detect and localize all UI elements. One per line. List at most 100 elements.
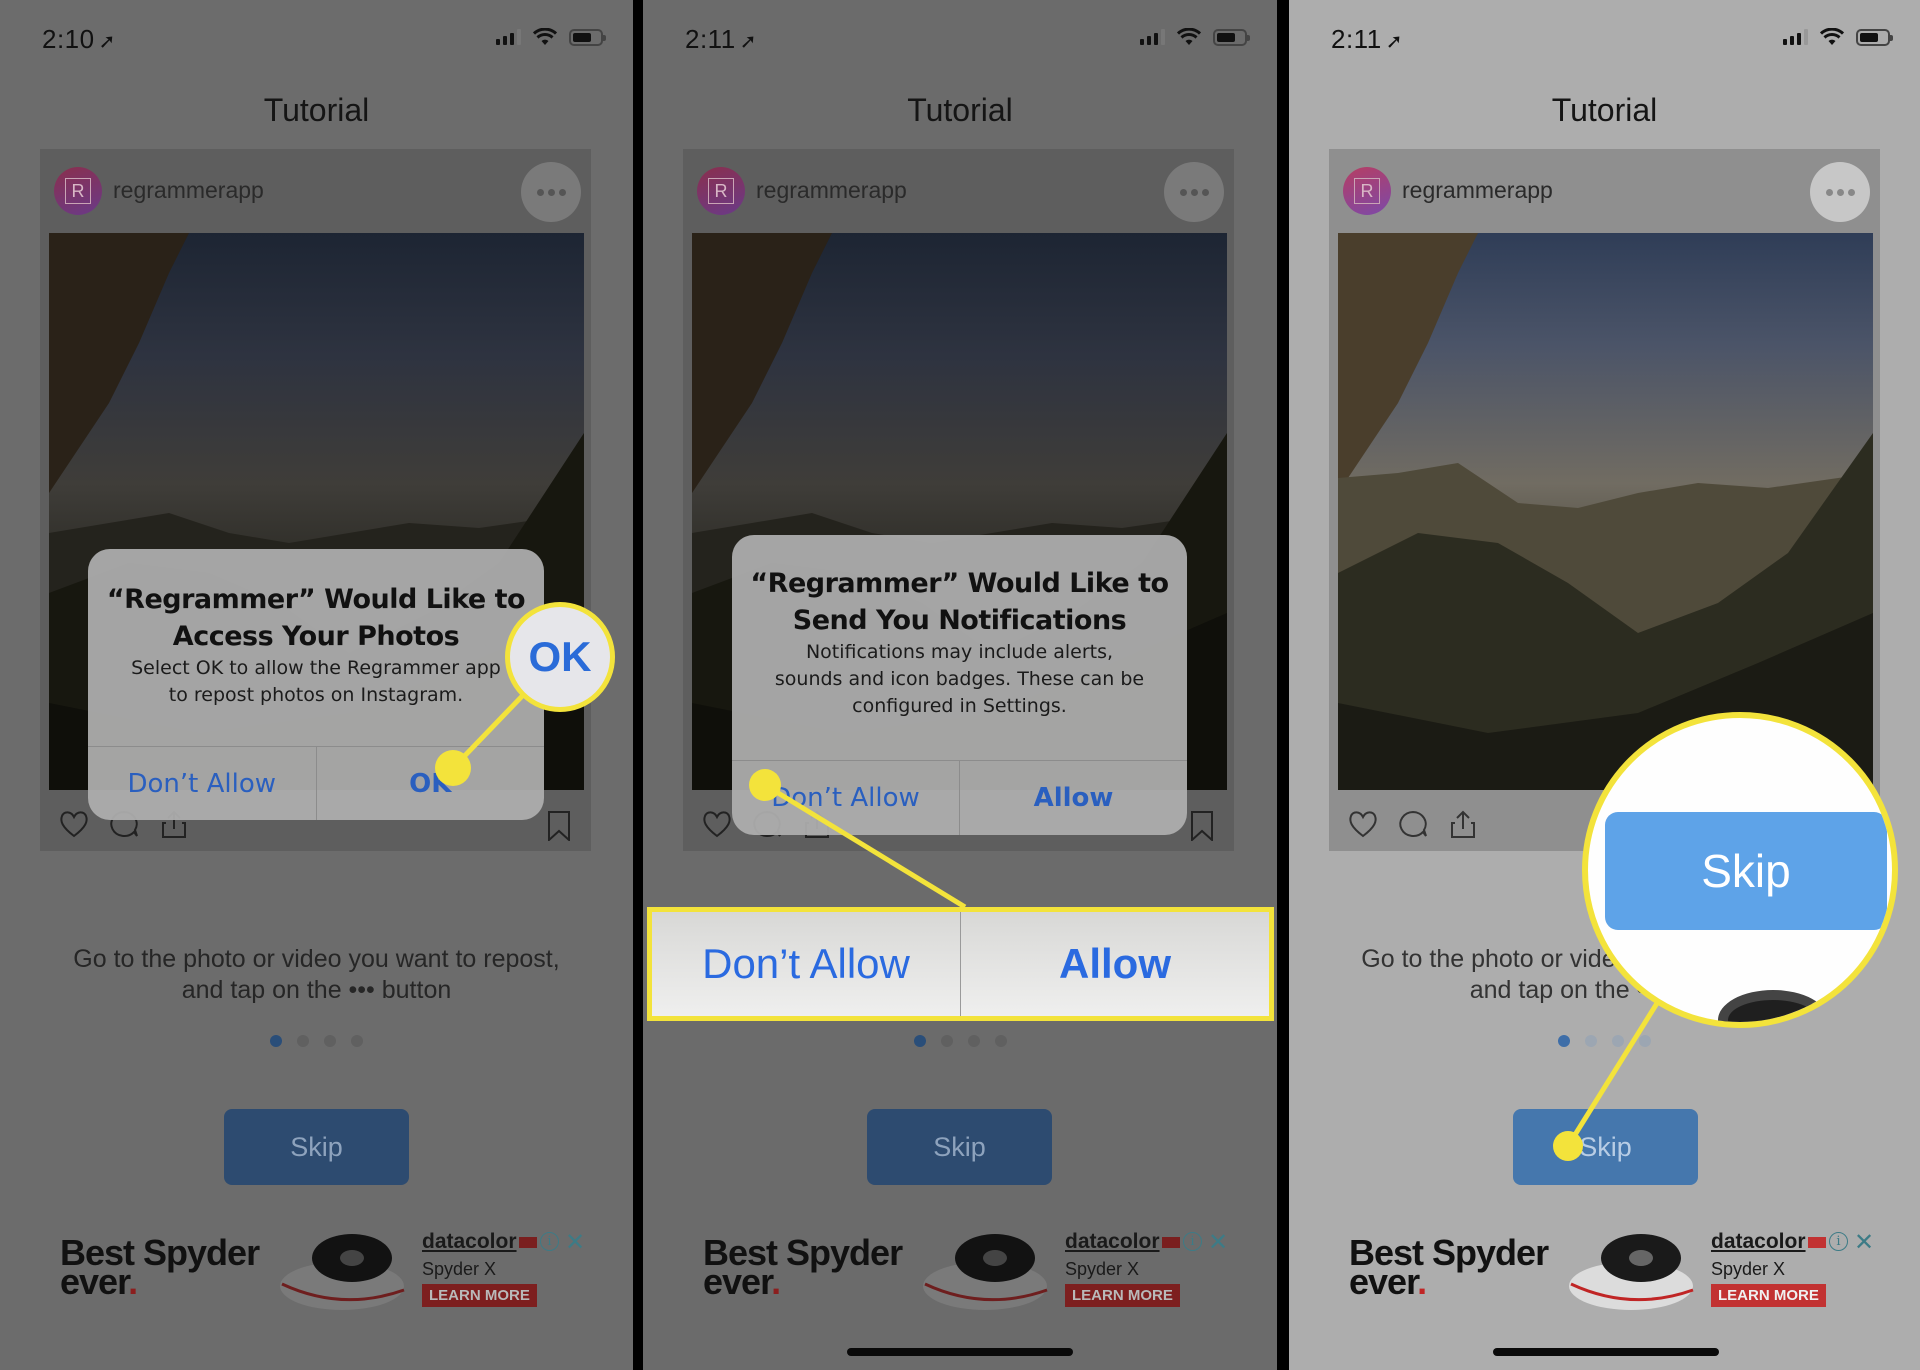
page-dot[interactable] <box>1639 1035 1651 1047</box>
panel-divider <box>633 0 643 1370</box>
tutorial-screen-step-1: 2:10 ➚ Tutorial R regrammerapp Go to the … <box>0 0 633 1370</box>
dont-allow-button[interactable]: Don’t Allow <box>88 747 316 820</box>
ad-banner[interactable]: Best Spyder ever. datacolor i ✕ Spyder X … <box>663 1228 1257 1318</box>
skip-button[interactable]: Skip <box>1513 1109 1698 1185</box>
cellular-signal-icon <box>1783 29 1808 45</box>
dialog-buttons-magnified: Don’t Allow Allow <box>647 907 1274 1021</box>
page-dot[interactable] <box>324 1035 336 1047</box>
page-dot-active[interactable] <box>913 1035 926 1047</box>
ad-learn-more-button[interactable]: LEARN MORE <box>1065 1284 1180 1307</box>
ad-product-name: Spyder X <box>1711 1259 1786 1279</box>
post-actions <box>1347 809 1479 839</box>
skip-button[interactable]: Skip <box>224 1109 409 1185</box>
location-arrow-icon: ➚ <box>739 31 757 53</box>
skip-button-magnified: Skip <box>1605 812 1887 930</box>
ad-product-image <box>280 1234 405 1310</box>
ok-callout-magnifier: OK <box>505 602 615 712</box>
ellipsis-icon[interactable] <box>521 162 581 222</box>
ad-close-icon[interactable]: ✕ <box>565 1228 585 1257</box>
page-dot-active[interactable] <box>1558 1035 1570 1047</box>
ad-product-name: Spyder X <box>1065 1259 1140 1279</box>
ad-brand: datacolor <box>1065 1230 1180 1254</box>
status-icons <box>1140 28 1250 46</box>
ad-close-icon[interactable]: ✕ <box>1208 1228 1228 1257</box>
page-dot[interactable] <box>1612 1035 1624 1047</box>
heart-icon[interactable] <box>58 809 90 839</box>
post-username: regrammerapp <box>113 177 264 203</box>
location-arrow-icon: ➚ <box>1385 31 1403 53</box>
wifi-icon <box>1820 28 1844 45</box>
status-icons <box>496 28 606 46</box>
ad-brand: datacolor <box>1711 1230 1826 1254</box>
status-time: 2:11 ➚ <box>685 24 757 54</box>
ad-info-icon[interactable]: i <box>1829 1232 1848 1251</box>
ok-button[interactable]: OK <box>315 747 545 820</box>
dont-allow-button-magnified: Don’t Allow <box>702 940 910 987</box>
status-icons <box>1783 28 1893 46</box>
avatar: R <box>1343 167 1391 215</box>
dialog-title: “Regrammer” Would Like to Send You Notifi… <box>750 568 1169 636</box>
avatar: R <box>697 167 745 215</box>
ad-close-icon[interactable]: ✕ <box>1854 1228 1874 1257</box>
battery-icon <box>569 28 606 46</box>
ad-info-icon[interactable]: i <box>540 1232 559 1251</box>
page-title: Tutorial <box>263 92 370 128</box>
ad-product-image <box>923 1234 1048 1310</box>
post-username: regrammerapp <box>1402 177 1553 203</box>
panel-divider <box>1277 0 1289 1370</box>
battery-icon <box>1213 28 1250 46</box>
page-dot[interactable] <box>940 1035 953 1047</box>
page-indicator <box>643 1035 1277 1047</box>
photos-permission-dialog: “Regrammer” Would Like to Access Your Pho… <box>88 549 544 820</box>
comment-icon[interactable] <box>1397 809 1429 839</box>
ad-banner[interactable]: Best Spyder ever. datacolor i ✕ Spyder X … <box>20 1228 613 1318</box>
dont-allow-button[interactable]: Don’t Allow <box>732 761 959 835</box>
page-indicator <box>0 1035 633 1047</box>
ad-product-image <box>1569 1234 1694 1310</box>
share-icon[interactable] <box>1447 809 1479 839</box>
page-dot[interactable] <box>967 1035 980 1047</box>
page-dot[interactable] <box>297 1035 309 1047</box>
page-indicator <box>1289 1035 1920 1047</box>
wifi-icon <box>533 28 557 45</box>
dialog-message: Notifications may include alerts, sounds … <box>774 641 1145 717</box>
ad-brand: datacolor <box>422 1230 537 1254</box>
allow-button-magnified: Allow <box>960 912 1269 1016</box>
tutorial-screen-step-2: 2:11➚ Tutorial R regrammerapp Go to the … <box>643 0 1277 1370</box>
wifi-icon <box>1177 28 1201 45</box>
ellipsis-icon[interactable] <box>1810 162 1870 222</box>
page-title: Tutorial <box>907 92 1013 128</box>
heart-icon[interactable] <box>701 809 733 839</box>
page-title: Tutorial <box>1551 92 1658 128</box>
post-username: regrammerapp <box>756 177 907 203</box>
dialog-title: “Regrammer” Would Like to Access Your Pho… <box>106 584 526 652</box>
ad-headline: Best Spyder ever. <box>1349 1232 1549 1302</box>
skip-button[interactable]: Skip <box>867 1109 1052 1185</box>
bookmark-icon[interactable] <box>1190 811 1214 841</box>
heart-icon[interactable] <box>1347 809 1379 839</box>
page-dot[interactable] <box>1585 1035 1597 1047</box>
ad-banner[interactable]: Best Spyder ever. datacolor i ✕ Spyder X … <box>1309 1228 1900 1318</box>
bookmark-icon[interactable] <box>547 811 571 841</box>
post-photo <box>1338 233 1873 790</box>
location-arrow-icon: ➚ <box>98 31 116 53</box>
ad-headline: Best Spyder ever. <box>60 1232 260 1302</box>
tutorial-instruction: Go to the photo or video you want to rep… <box>73 945 560 1004</box>
battery-icon <box>1856 28 1893 46</box>
skip-callout-magnifier: Skip <box>1582 712 1898 1028</box>
ad-product-name: Spyder X <box>422 1259 497 1279</box>
page-dot[interactable] <box>351 1035 363 1047</box>
home-indicator[interactable] <box>1493 1348 1719 1356</box>
allow-button[interactable]: Allow <box>959 761 1187 835</box>
ellipsis-icon[interactable] <box>1164 162 1224 222</box>
ad-learn-more-button[interactable]: LEARN MORE <box>422 1284 537 1307</box>
notifications-permission-dialog: “Regrammer” Would Like to Send You Notifi… <box>732 535 1187 835</box>
ad-info-icon[interactable]: i <box>1183 1232 1202 1251</box>
home-indicator[interactable] <box>847 1348 1073 1356</box>
cellular-signal-icon <box>496 29 521 45</box>
avatar: R <box>54 167 102 215</box>
page-dot-active[interactable] <box>270 1035 282 1047</box>
ad-learn-more-button[interactable]: LEARN MORE <box>1711 1284 1826 1307</box>
cellular-signal-icon <box>1140 29 1165 45</box>
page-dot[interactable] <box>994 1035 1007 1047</box>
